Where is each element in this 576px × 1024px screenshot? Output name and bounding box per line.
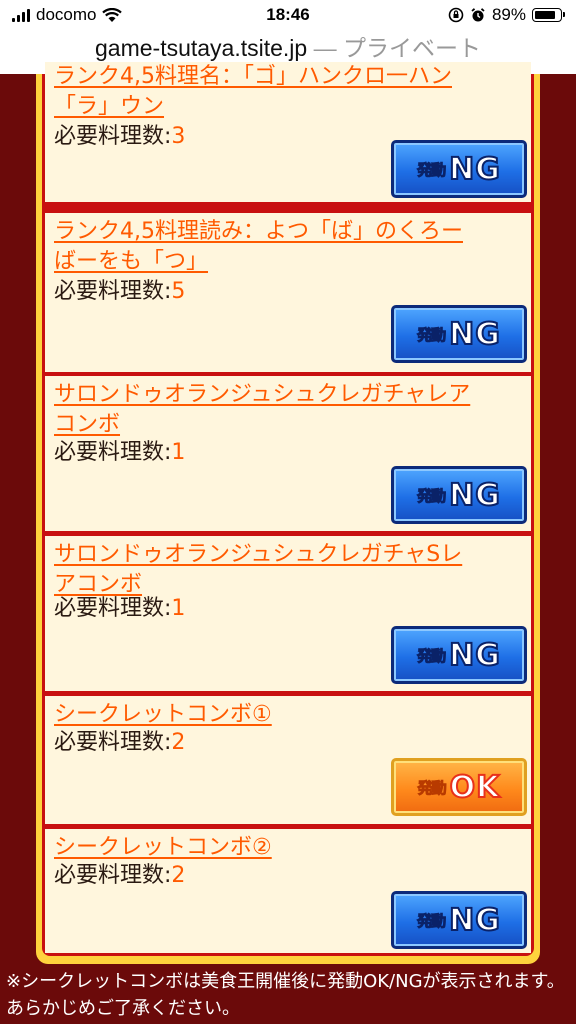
activation-status-button[interactable]: 発動 NG — [391, 305, 527, 363]
combo-title[interactable]: サロンドゥオランジュシュクレガチャレア コンボ — [54, 380, 521, 440]
required-count: 必要料理数:1 — [54, 596, 186, 621]
list-item: シークレットコンボ② 必要料理数:2 発動 NG — [45, 829, 531, 953]
orientation-lock-icon — [448, 7, 464, 23]
activation-status-button[interactable]: 発動 NG — [391, 140, 527, 198]
required-count: 必要料理数:5 — [54, 279, 186, 304]
url-domain: game-tsutaya.tsite.jp — [95, 35, 308, 61]
activation-status-button[interactable]: 発動 NG — [391, 466, 527, 524]
required-count: 必要料理数:1 — [54, 440, 186, 465]
status-bar: docomo 18:46 89% — [0, 0, 576, 30]
list-item: サロンドゥオランジュシュクレガチャSレ アコンボ 必要料理数:1 発動 NG — [45, 536, 531, 691]
required-count: 必要料理数:3 — [54, 124, 186, 149]
private-mode-label: — プライベート — [307, 35, 481, 61]
combo-title[interactable]: ランク4,5料理名：「ゴ」ハンクロ一ハン 「ラ」ウン — [54, 62, 521, 122]
activation-status-button[interactable]: 発動 NG — [391, 626, 527, 684]
status-icons: 89% — [448, 5, 565, 25]
alarm-icon — [471, 8, 485, 22]
battery-percent: 89% — [491, 5, 526, 24]
combo-title[interactable]: シークレットコンボ① — [54, 700, 521, 730]
combo-list: ランク4,5料理名：「ゴ」ハンクロ一ハン 「ラ」ウン 必要料理数:3 発動 NG ラ… — [42, 62, 534, 956]
footnote: ※シークレットコンボは美食王開催後に発動OK/NGが表示されます。あらかじめご了… — [6, 971, 565, 1019]
list-item: ランク4,5料理読み：よつ「ば」のくろー ばーをも「つ」 必要料理数:5 発動 NG — [45, 213, 531, 372]
combo-title[interactable]: ランク4,5料理読み：よつ「ば」のくろー ばーをも「つ」 — [54, 217, 521, 277]
list-item: ランク4,5料理名：「ゴ」ハンクロ一ハン 「ラ」ウン 必要料理数:3 発動 NG — [45, 62, 531, 202]
activation-status-button[interactable]: 発動 OK — [391, 758, 527, 816]
list-item: サロンドゥオランジュシュクレガチャレア コンボ 必要料理数:1 発動 NG — [45, 376, 531, 531]
list-item: シークレットコンボ① 必要料理数:2 発動 OK — [45, 696, 531, 824]
required-count: 必要料理数:2 — [54, 863, 186, 888]
activation-status-button[interactable]: 発動 NG — [391, 891, 527, 949]
required-count: 必要料理数:2 — [54, 730, 186, 755]
combo-list-frame: ランク4,5料理名：「ゴ」ハンクロ一ハン 「ラ」ウン 必要料理数:3 発動 NG ラ… — [36, 62, 540, 964]
combo-title[interactable]: サロンドゥオランジュシュクレガチャSレ アコンボ — [54, 540, 521, 600]
battery-icon — [532, 8, 565, 22]
combo-title[interactable]: シークレットコンボ② — [54, 833, 521, 863]
